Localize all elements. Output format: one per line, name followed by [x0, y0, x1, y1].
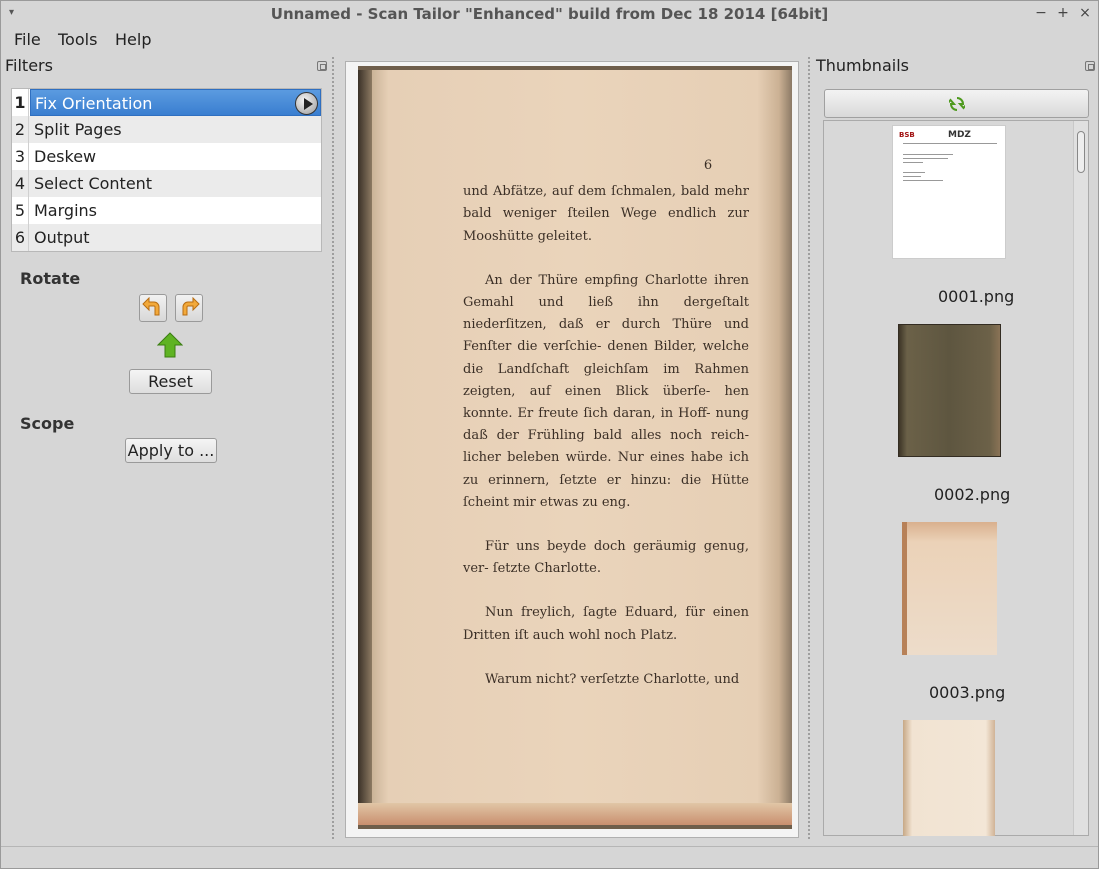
- title-bar: ▾ Unnamed - Scan Tailor "Enhanced" build…: [1, 1, 1098, 27]
- status-bar: [1, 846, 1098, 868]
- thumbnail-text-line: [903, 172, 925, 173]
- maximize-button[interactable]: +: [1055, 4, 1071, 22]
- thumbnail-0004[interactable]: [903, 720, 995, 836]
- thumbnail-label: 0002.png: [934, 485, 1011, 504]
- page-spine-shadow: [358, 70, 372, 825]
- rotate-cw-icon: [182, 297, 200, 316]
- page-bottom-edge: [358, 803, 792, 825]
- page-paragraph: An der Thüre empfing Charlotte ihren Gem…: [463, 272, 749, 510]
- window-title: Unnamed - Scan Tailor "Enhanced" build f…: [270, 5, 829, 23]
- filter-item-select-content[interactable]: 4 Select Content: [12, 170, 321, 197]
- scope-heading: Scope: [20, 414, 75, 433]
- thumbnails-float-icon[interactable]: [1085, 61, 1095, 71]
- filter-number: 6: [12, 224, 29, 251]
- page-paragraph: Nun freylich, ſagte Eduard, für einen Dr…: [463, 605, 749, 643]
- filter-list: 1 Fix Orientation 2 Split Pages 3 Deskew…: [11, 88, 322, 252]
- thumbnail-scrollbar[interactable]: [1073, 121, 1088, 835]
- thumbnail-text-line: [903, 162, 923, 163]
- play-icon[interactable]: [295, 92, 318, 115]
- close-button[interactable]: ×: [1077, 4, 1093, 22]
- menu-file[interactable]: File: [14, 30, 41, 49]
- apply-to-button[interactable]: Apply to ...: [125, 438, 217, 463]
- filter-item-split-pages[interactable]: 2 Split Pages: [12, 116, 321, 143]
- filter-selection-highlight: Fix Orientation: [30, 89, 321, 116]
- filter-item-deskew[interactable]: 3 Deskew: [12, 143, 321, 170]
- filters-panel-title: Filters: [5, 56, 53, 75]
- thumbnail-logo-left: BSB: [899, 131, 915, 139]
- filter-label: Fix Orientation: [35, 94, 153, 113]
- menu-tools[interactable]: Tools: [58, 30, 97, 49]
- filter-number: 3: [12, 143, 29, 170]
- rotate-left-button[interactable]: [139, 294, 167, 322]
- filter-item-output[interactable]: 6 Output: [12, 224, 321, 251]
- rotate-right-button[interactable]: [175, 294, 203, 322]
- thumbnails-panel-title: Thumbnails: [816, 56, 909, 75]
- thumbnail-0001[interactable]: BSB MDZ: [892, 125, 1006, 259]
- left-splitter-handle[interactable]: [331, 56, 335, 841]
- thumbnail-0003[interactable]: [902, 522, 997, 655]
- filter-label: Split Pages: [34, 120, 122, 139]
- scrollbar-thumb[interactable]: [1077, 131, 1085, 173]
- right-splitter-handle[interactable]: [807, 56, 811, 841]
- up-arrow-icon: [157, 332, 183, 358]
- filter-number: 4: [12, 170, 29, 197]
- page-paragraph: und Abfätze, auf dem ſchmalen, bald mehr…: [463, 184, 749, 244]
- refresh-icon: [949, 97, 965, 111]
- filter-number: 1: [12, 89, 29, 116]
- page-number: 6: [703, 158, 713, 173]
- page-text-block: 6 und Abfätze, auf dem ſchmalen, bald me…: [463, 155, 749, 713]
- filter-label: Select Content: [34, 174, 153, 193]
- rotate-ccw-icon: [142, 297, 160, 316]
- filters-float-icon[interactable]: [317, 61, 327, 71]
- main-window: ▾ Unnamed - Scan Tailor "Enhanced" build…: [0, 0, 1099, 869]
- thumbnail-text-line: [903, 158, 948, 159]
- page-paragraph: Warum nicht? verſetzte Charlotte, und: [485, 671, 740, 687]
- menu-bar: File Tools Help: [1, 27, 1098, 53]
- thumbnail-text-line: [903, 143, 997, 144]
- rotate-heading: Rotate: [20, 269, 81, 288]
- thumbnail-logo-right: MDZ: [948, 130, 971, 140]
- reset-button[interactable]: Reset: [129, 369, 212, 394]
- thumbnail-0002[interactable]: [898, 324, 1001, 457]
- thumbnail-label: 0003.png: [929, 683, 1006, 702]
- filter-label: Margins: [34, 201, 97, 220]
- filter-number: 2: [12, 116, 29, 143]
- menu-help[interactable]: Help: [115, 30, 151, 49]
- refresh-thumbnails-button[interactable]: [824, 89, 1089, 118]
- filter-label: Deskew: [34, 147, 97, 166]
- thumbnail-label: 0001.png: [938, 287, 1015, 306]
- thumbnail-text-line: [903, 180, 943, 181]
- filter-item-margins[interactable]: 5 Margins: [12, 197, 321, 224]
- thumbnail-text-line: [903, 176, 921, 177]
- filter-item-fix-orientation[interactable]: 1 Fix Orientation: [12, 89, 321, 116]
- filter-number: 5: [12, 197, 29, 224]
- page-paragraph: Für uns beyde doch geräumig genug, ver- …: [463, 539, 749, 577]
- scanned-page-image[interactable]: 6 und Abfätze, auf dem ſchmalen, bald me…: [358, 66, 792, 829]
- minimize-button[interactable]: −: [1033, 4, 1049, 22]
- thumbnail-text-line: [903, 154, 953, 155]
- filter-label: Output: [34, 228, 90, 247]
